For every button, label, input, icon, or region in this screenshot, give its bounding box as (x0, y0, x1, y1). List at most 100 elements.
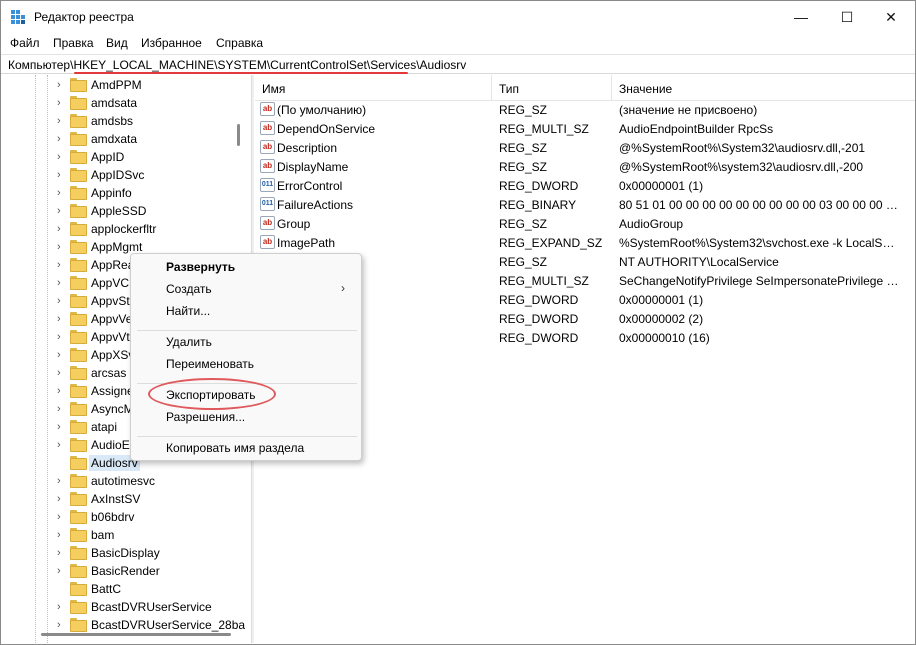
chevron-right-icon[interactable]: › (57, 133, 67, 145)
tree-horizontal-scrollbar[interactable] (41, 633, 231, 636)
chevron-right-icon[interactable]: › (57, 403, 67, 415)
chevron-right-icon[interactable]: › (57, 349, 67, 361)
chevron-right-icon[interactable]: › (57, 223, 67, 235)
chevron-right-icon[interactable]: › (57, 439, 67, 451)
tree-item[interactable]: › Appinfo (5, 184, 235, 202)
value-row[interactable]: ab (По умолчанию) REG_SZ (значение не присв… (255, 100, 915, 119)
folder-icon (70, 168, 87, 182)
context-menu-copy-key-name[interactable]: Копировать имя раздела (166, 441, 304, 455)
context-menu-find[interactable]: Найти... (166, 304, 210, 318)
address-bar[interactable]: Компьютер\HKEY_LOCAL_MACHINE\SYSTEM\Curr… (1, 54, 915, 74)
chevron-right-icon[interactable]: › (57, 241, 67, 253)
binary-value-icon: 011 (260, 178, 275, 192)
menu-file[interactable]: Файл (10, 36, 40, 50)
value-row[interactable]: ab Description REG_SZ @%SystemRoot%\System3… (255, 138, 915, 157)
tree-item[interactable]: › AmdPPM (5, 76, 235, 94)
close-button[interactable]: ✕ (868, 1, 914, 33)
chevron-right-icon[interactable]: › (57, 169, 67, 181)
tree-item-label: AppVC (91, 276, 130, 290)
menu-bar: Файл Правка Вид Избранное Справка (1, 33, 915, 53)
folder-icon (70, 618, 87, 632)
value-row[interactable]: ab Group REG_SZ AudioGroup (255, 214, 915, 233)
folder-icon (70, 510, 87, 524)
tree-vertical-scrollbar[interactable] (237, 124, 240, 146)
tree-item-label: bam (91, 528, 115, 542)
value-row[interactable]: 011 FailureActions REG_BINARY 80 51 01 00 0… (255, 195, 915, 214)
tree-item[interactable]: › amdxata (5, 130, 235, 148)
chevron-right-icon[interactable]: › (57, 259, 67, 271)
value-type: REG_SZ (499, 160, 548, 174)
chevron-right-icon[interactable]: › (57, 151, 67, 163)
chevron-right-icon[interactable]: › (57, 115, 67, 127)
chevron-right-icon[interactable]: › (57, 367, 67, 379)
folder-icon (70, 204, 87, 218)
tree-item[interactable]: › AxInstSV (5, 490, 235, 508)
chevron-right-icon[interactable]: › (57, 97, 67, 109)
value-data: 80 51 01 00 00 00 00 00 00 00 00 00 03 0… (619, 198, 899, 212)
chevron-right-icon[interactable]: › (57, 79, 67, 91)
column-header-data[interactable]: Значение (619, 82, 672, 96)
tree-item[interactable]: › AppIDSvc (5, 166, 235, 184)
tree-item[interactable]: › applockerfltr (5, 220, 235, 238)
tree-item[interactable]: › amdsbs (5, 112, 235, 130)
context-menu-delete[interactable]: Удалить (166, 335, 212, 349)
tree-item[interactable]: › AppID (5, 148, 235, 166)
value-data: 0x00000001 (1) (619, 293, 704, 307)
chevron-right-icon[interactable]: › (57, 313, 67, 325)
context-menu-create[interactable]: Создать (166, 282, 212, 296)
menu-help[interactable]: Справка (216, 36, 263, 50)
chevron-right-icon[interactable]: › (57, 493, 67, 505)
address-path[interactable]: Компьютер\HKEY_LOCAL_MACHINE\SYSTEM\Curr… (8, 58, 466, 72)
tree-item-label: AudioE (91, 438, 130, 452)
chevron-right-icon[interactable]: › (57, 331, 67, 343)
chevron-right-icon[interactable]: › (57, 295, 67, 307)
column-header-name[interactable]: Имя (262, 82, 285, 96)
chevron-right-icon[interactable]: › (57, 619, 67, 631)
maximize-button[interactable]: ☐ (824, 1, 870, 33)
string-value-icon: ab (260, 102, 275, 116)
tree-item-label: AsyncM (91, 402, 134, 416)
chevron-right-icon[interactable]: › (57, 385, 67, 397)
chevron-right-icon[interactable]: › (57, 277, 67, 289)
context-menu-permissions[interactable]: Разрешения... (166, 410, 245, 424)
chevron-right-icon[interactable]: › (57, 421, 67, 433)
tree-item-label: AppRea (91, 258, 135, 272)
chevron-right-icon[interactable]: › (57, 601, 67, 613)
tree-item-label: Appinfo (91, 186, 132, 200)
value-row[interactable]: ab DisplayName REG_SZ @%SystemRoot%\system3… (255, 157, 915, 176)
minimize-button[interactable]: — (778, 1, 824, 33)
chevron-right-icon[interactable]: › (57, 511, 67, 523)
annotation-underline (74, 72, 408, 74)
column-header-type[interactable]: Тип (499, 82, 519, 96)
value-row[interactable]: ab ImagePath REG_EXPAND_SZ %SystemRoot%\Sys… (255, 233, 915, 252)
chevron-right-icon[interactable]: › (57, 565, 67, 577)
chevron-right-icon[interactable]: › (57, 187, 67, 199)
menu-favorites[interactable]: Избранное (141, 36, 202, 50)
tree-item[interactable]: › AppleSSD (5, 202, 235, 220)
chevron-right-icon[interactable]: › (57, 529, 67, 541)
menu-edit[interactable]: Правка (53, 36, 94, 50)
folder-icon (70, 474, 87, 488)
tree-item[interactable]: › BcastDVRUserService_28ba (5, 616, 245, 634)
menu-view[interactable]: Вид (106, 36, 128, 50)
folder-icon (70, 582, 87, 596)
value-type: REG_DWORD (499, 331, 579, 345)
title-bar[interactable]: Редактор реестра — ☐ ✕ (1, 1, 915, 33)
value-row[interactable]: 011 ErrorControl REG_DWORD 0x00000001 (1) (255, 176, 915, 195)
tree-item[interactable]: › bam (5, 526, 235, 544)
tree-item[interactable]: › amdsata (5, 94, 235, 112)
chevron-right-icon[interactable]: › (57, 547, 67, 559)
chevron-right-icon[interactable]: › (57, 205, 67, 217)
tree-item[interactable]: › BcastDVRUserService (5, 598, 235, 616)
context-menu-expand[interactable]: Развернуть (166, 260, 235, 274)
tree-item[interactable]: › b06bdrv (5, 508, 235, 526)
context-menu-rename[interactable]: Переименовать (166, 357, 254, 371)
chevron-right-icon[interactable]: › (57, 475, 67, 487)
value-type: REG_SZ (499, 141, 548, 155)
tree-item[interactable]: BattC (5, 580, 235, 598)
tree-item[interactable]: › BasicDisplay (5, 544, 235, 562)
folder-icon (70, 438, 87, 452)
value-row[interactable]: ab DependOnService REG_MULTI_SZ AudioEndpoi… (255, 119, 915, 138)
tree-item[interactable]: › autotimesvc (5, 472, 235, 490)
tree-item[interactable]: › BasicRender (5, 562, 235, 580)
